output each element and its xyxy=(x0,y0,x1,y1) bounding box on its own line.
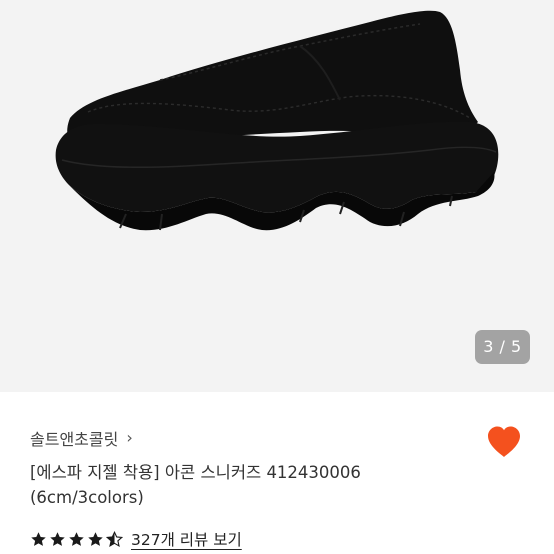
heart-icon xyxy=(488,426,520,457)
chevron-right-icon: › xyxy=(126,428,133,447)
star-half-icon xyxy=(106,530,123,548)
star-full-icon xyxy=(68,531,85,548)
review-link[interactable]: 327개 리뷰 보기 xyxy=(131,528,242,550)
store-link[interactable]: 솔트앤초콜릿 › xyxy=(30,426,133,450)
product-title: [에스파 지젤 착용] 아콘 스니커즈 412430006 (6cm/3colo… xyxy=(30,460,470,510)
rating-stars xyxy=(30,530,123,548)
star-full-icon xyxy=(87,531,104,548)
product-page: 3 / 5 솔트앤초콜릿 › [에스파 지젤 착용] 아콘 스니커즈 41243… xyxy=(0,0,554,554)
product-image-carousel[interactable]: 3 / 5 xyxy=(0,0,554,392)
product-title-line2: (6cm/3colors) xyxy=(30,488,144,507)
rating-row: 327개 리뷰 보기 xyxy=(30,528,242,550)
favorite-button[interactable] xyxy=(484,422,524,462)
product-image xyxy=(0,0,554,392)
product-info: 솔트앤초콜릿 › [에스파 지젤 착용] 아콘 스니커즈 412430006 (… xyxy=(0,392,554,554)
image-page-indicator: 3 / 5 xyxy=(475,330,530,364)
product-title-line1: [에스파 지젤 착용] 아콘 스니커즈 412430006 xyxy=(30,463,361,482)
store-name: 솔트앤초콜릿 xyxy=(30,430,119,449)
star-full-icon xyxy=(49,531,66,548)
star-full-icon xyxy=(30,531,47,548)
